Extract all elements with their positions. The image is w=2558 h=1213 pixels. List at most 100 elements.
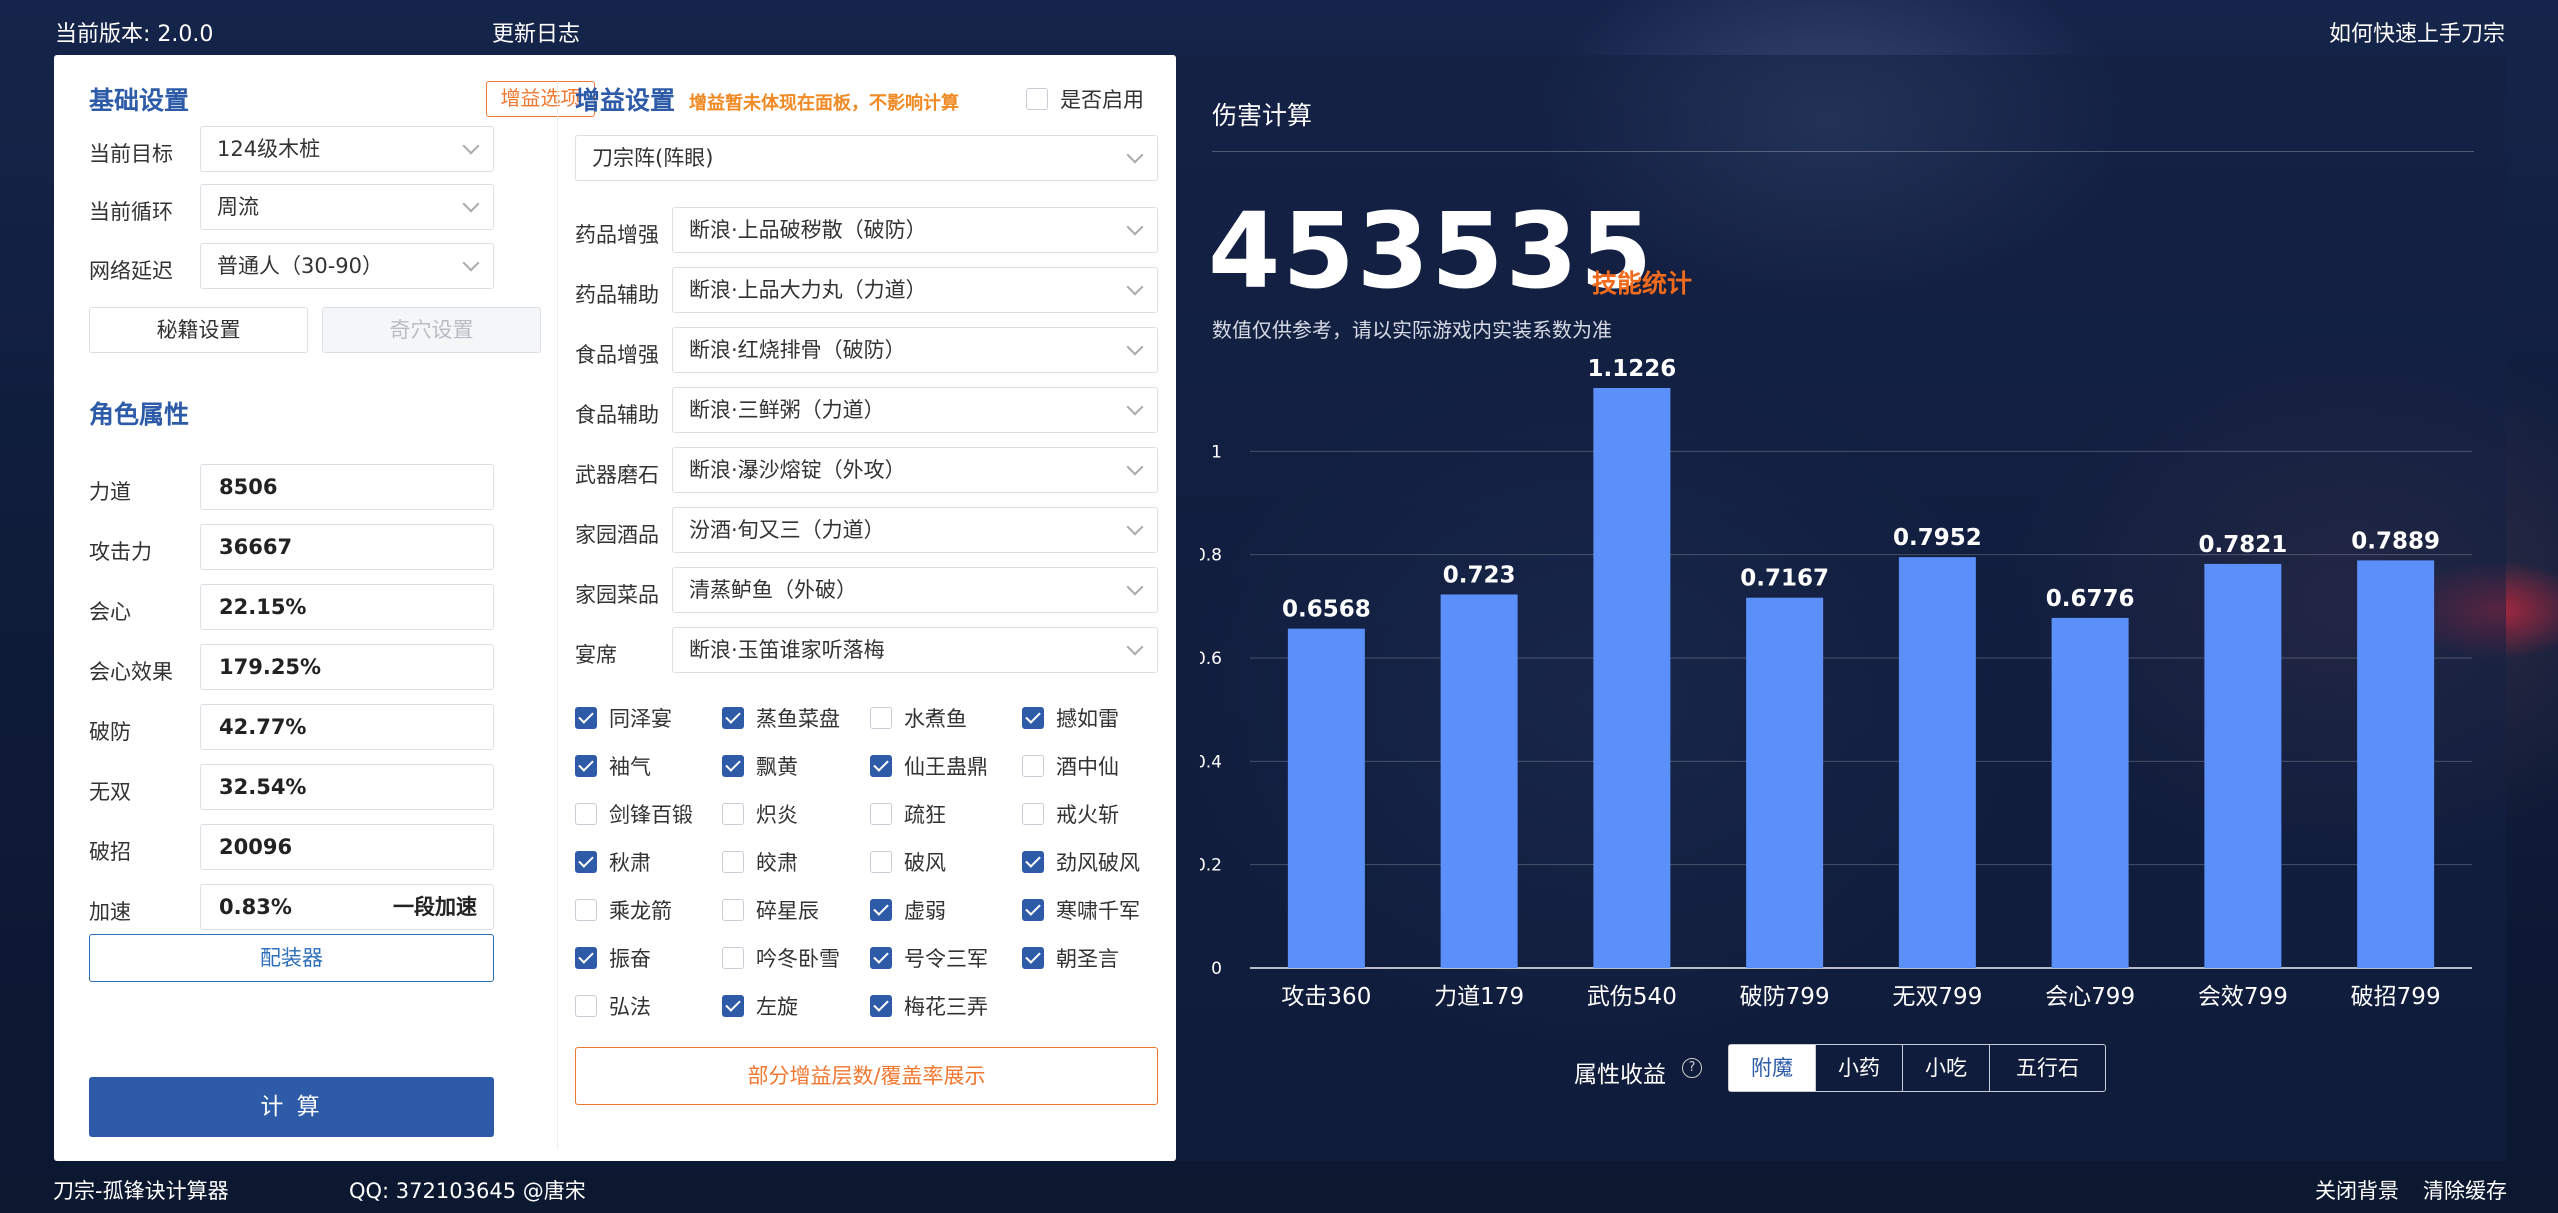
checked-icon[interactable] [575,851,597,873]
help-icon[interactable]: ? [1682,1058,1702,1078]
formation-select[interactable]: 刀宗阵(阵眼) [575,135,1158,181]
checkbox-icon[interactable] [870,851,892,873]
buff-checkbox-label: 疏狂 [904,803,946,827]
buff-select[interactable]: 断浪·上品大力丸（力道） [672,267,1158,313]
buff-checkbox[interactable]: 吟冬卧雪 [722,943,840,973]
checkbox-icon[interactable] [870,803,892,825]
buff-checkbox[interactable]: 破风 [870,847,946,877]
buff-checkbox[interactable]: 酒中仙 [1022,751,1119,781]
buff-checkbox[interactable]: 飘黄 [722,751,798,781]
buff-checkbox[interactable]: 水煮鱼 [870,703,967,733]
buff-checkbox[interactable]: 碎星辰 [722,895,819,925]
tab-0[interactable]: 附魔 [1729,1045,1816,1091]
checkbox-icon[interactable] [575,803,597,825]
buff-checkbox[interactable]: 朝圣言 [1022,943,1119,973]
skill-stats-link[interactable]: 技能统计 [1592,264,1692,300]
buff-checkbox-label: 吟冬卧雪 [756,947,840,971]
buff-checkbox[interactable]: 号令三军 [870,943,988,973]
checkbox-icon[interactable] [722,851,744,873]
checkbox-icon[interactable] [575,995,597,1017]
buff-checkbox[interactable]: 袖气 [575,751,651,781]
checked-icon[interactable] [1022,947,1044,969]
attr-input[interactable]: 20096 [200,824,494,870]
checkbox-icon[interactable] [1026,88,1048,110]
checkbox-icon[interactable] [1022,755,1044,777]
checkbox-icon[interactable] [722,899,744,921]
checked-icon[interactable] [575,947,597,969]
buff-value: 断浪·上品大力丸（力道） [689,278,927,302]
buff-select[interactable]: 清蒸鲈鱼（外破） [672,567,1158,613]
tab-1[interactable]: 小药 [1816,1045,1903,1091]
calculate-button[interactable]: 计 算 [89,1077,494,1137]
checkbox-icon[interactable] [1022,803,1044,825]
checked-icon[interactable] [1022,851,1044,873]
buff-checkbox[interactable]: 虚弱 [870,895,946,925]
buff-checkbox[interactable]: 疏狂 [870,799,946,829]
latency-select[interactable]: 普通人（30-90） [200,243,494,289]
buff-select[interactable]: 断浪·三鲜粥（力道） [672,387,1158,433]
x-tick-label: 力道179 [1434,984,1524,1010]
clear-cache-link[interactable]: 清除缓存 [2423,1175,2507,1205]
buff-checkbox[interactable]: 仙王蛊鼎 [870,751,988,781]
checked-icon[interactable] [870,947,892,969]
cycle-select[interactable]: 周流 [200,184,494,230]
quick-start-link[interactable]: 如何快速上手刀宗 [2329,16,2505,48]
buff-select[interactable]: 汾酒·旬又三（力道） [672,507,1158,553]
checked-icon[interactable] [870,755,892,777]
buff-select[interactable]: 断浪·玉笛谁家听落梅 [672,627,1158,673]
secret-settings-button[interactable]: 秘籍设置 [89,307,308,353]
buff-checkbox[interactable]: 蒸鱼菜盘 [722,703,840,733]
divider [557,80,558,1150]
buff-select[interactable]: 断浪·瀑沙熔锭（外攻） [672,447,1158,493]
target-select[interactable]: 124级木桩 [200,126,494,172]
checked-icon[interactable] [722,707,744,729]
attr-input[interactable]: 32.54% [200,764,494,810]
checked-icon[interactable] [870,899,892,921]
attr-input[interactable]: 36667 [200,524,494,570]
checked-icon[interactable] [575,755,597,777]
checked-icon[interactable] [575,707,597,729]
checked-icon[interactable] [722,755,744,777]
buff-checkbox[interactable]: 戒火斩 [1022,799,1119,829]
checked-icon[interactable] [1022,899,1044,921]
attr-input[interactable]: 0.83% 一段加速 [200,884,494,930]
close-background-link[interactable]: 关闭背景 [2315,1175,2399,1205]
buff-checkbox[interactable]: 炽炎 [722,799,798,829]
buff-checkbox[interactable]: 弘法 [575,991,651,1021]
equip-builder-button[interactable]: 配装器 [89,934,494,982]
checkbox-icon[interactable] [722,803,744,825]
buff-coverage-button[interactable]: 部分增益层数/覆盖率展示 [575,1047,1158,1105]
buff-checkbox[interactable]: 劲风破风 [1022,847,1140,877]
checked-icon[interactable] [1022,707,1044,729]
attr-input[interactable]: 42.77% [200,704,494,750]
buff-select[interactable]: 断浪·上品破秽散（破防） [672,207,1158,253]
latency-label: 网络延迟 [89,259,173,283]
attr-value: 42.77% [219,715,307,739]
changelog-link[interactable]: 更新日志 [492,16,580,48]
buff-select[interactable]: 断浪·红烧排骨（破防） [672,327,1158,373]
attr-input[interactable]: 179.25% [200,644,494,690]
buff-checkbox-label: 炽炎 [756,803,798,827]
buff-checkbox[interactable]: 寒啸千军 [1022,895,1140,925]
checkbox-icon[interactable] [722,947,744,969]
buff-checkbox[interactable]: 左旋 [722,991,798,1021]
buff-checkbox-label: 振奋 [609,947,651,971]
checkbox-icon[interactable] [575,899,597,921]
tab-3[interactable]: 五行石 [1990,1045,2105,1091]
attr-input[interactable]: 22.15% [200,584,494,630]
attr-input[interactable]: 8506 [200,464,494,510]
buff-checkbox[interactable]: 秋肃 [575,847,651,877]
enable-checkbox[interactable]: 是否启用 [1026,84,1144,114]
tab-2[interactable]: 小吃 [1903,1045,1990,1091]
buff-checkbox[interactable]: 皎肃 [722,847,798,877]
buff-checkbox[interactable]: 同泽宴 [575,703,672,733]
qixue-settings-button[interactable]: 奇穴设置 [322,307,541,353]
checked-icon[interactable] [722,995,744,1017]
checked-icon[interactable] [870,995,892,1017]
buff-checkbox[interactable]: 乘龙箭 [575,895,672,925]
buff-checkbox[interactable]: 振奋 [575,943,651,973]
buff-checkbox[interactable]: 梅花三弄 [870,991,988,1021]
buff-checkbox[interactable]: 剑锋百锻 [575,799,693,829]
checkbox-icon[interactable] [870,707,892,729]
buff-checkbox[interactable]: 撼如雷 [1022,703,1119,733]
